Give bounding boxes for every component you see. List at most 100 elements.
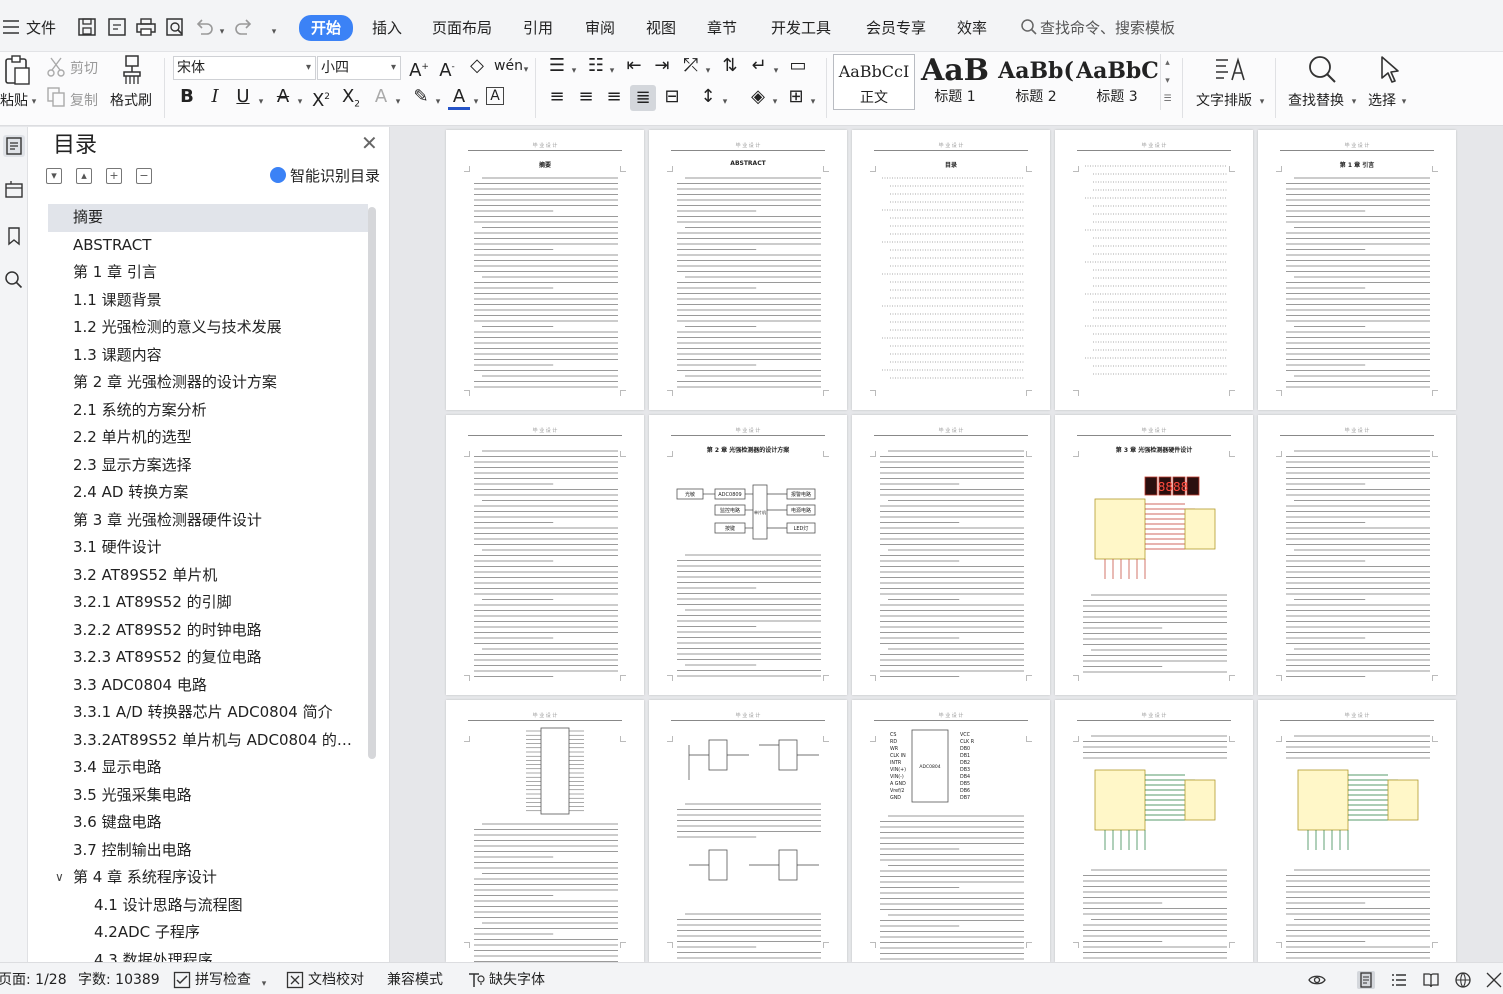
- paste-button[interactable]: 粘贴: [0, 90, 28, 110]
- strikethrough-icon[interactable]: A: [272, 87, 294, 107]
- subscript-icon[interactable]: X2: [340, 87, 362, 115]
- chapter-nav-icon[interactable]: [3, 179, 25, 201]
- missing-font-icon[interactable]: [467, 971, 485, 989]
- tab-view[interactable]: 视图: [646, 16, 676, 40]
- align-right-icon[interactable]: ≡: [603, 87, 625, 107]
- text-layout-icon[interactable]: [1212, 54, 1246, 86]
- format-painter-icon[interactable]: [118, 54, 146, 86]
- word-count[interactable]: 字数: 10389: [78, 971, 160, 989]
- find-replace-button[interactable]: 查找替换: [1288, 90, 1344, 110]
- select-cursor-icon[interactable]: [1376, 54, 1404, 86]
- tab-home[interactable]: 开始: [299, 15, 354, 41]
- document-page[interactable]: 毕 业 设 计: [649, 700, 847, 962]
- highlight-icon[interactable]: ✎: [410, 87, 432, 107]
- superscript-icon[interactable]: X2: [310, 87, 332, 111]
- outline-icon[interactable]: [3, 135, 25, 157]
- tab-member[interactable]: 会员专享: [866, 16, 926, 40]
- paste-icon[interactable]: [2, 54, 32, 86]
- command-search[interactable]: 查找命令、搜索模板: [1020, 16, 1175, 40]
- toc-item[interactable]: 3.2.1 AT89S52 的引脚: [48, 589, 368, 617]
- tab-references[interactable]: 引用: [523, 16, 553, 40]
- clear-format-icon[interactable]: ◇: [466, 56, 488, 76]
- borders-icon[interactable]: ⊞: [785, 87, 807, 107]
- underline-icon[interactable]: U: [232, 87, 254, 107]
- char-border-icon[interactable]: A: [486, 87, 504, 105]
- tab-section[interactable]: 章节: [707, 16, 737, 40]
- document-pages-area[interactable]: 毕 业 设 计摘要毕 业 设 计 ABSTRACT 毕 业 设 计目录毕 业 设 计…: [391, 127, 1503, 962]
- toc-item[interactable]: 2.2 单片机的选型: [48, 424, 368, 452]
- toc-item[interactable]: 3.1 硬件设计: [48, 534, 368, 562]
- toc-scrollbar[interactable]: [368, 207, 376, 759]
- add-heading-icon[interactable]: +: [106, 168, 122, 184]
- document-page[interactable]: 毕 业 设 计: [1258, 415, 1456, 695]
- export-icon[interactable]: [106, 15, 128, 39]
- line-spacing-icon[interactable]: ↕: [697, 87, 719, 107]
- text-effect-icon[interactable]: A: [370, 87, 392, 107]
- document-page[interactable]: 毕 业 设 计: [1055, 700, 1253, 962]
- text-layout-dropdown-icon[interactable]: ▾: [1258, 92, 1266, 112]
- ruler-icon[interactable]: ▭: [787, 56, 809, 76]
- toc-item[interactable]: 1.1 课题背景: [48, 287, 368, 315]
- toc-item[interactable]: 3.7 控制输出电路: [48, 837, 368, 865]
- increase-indent-icon[interactable]: ⇥: [651, 56, 673, 76]
- find-replace-dropdown-icon[interactable]: ▾: [1350, 92, 1358, 112]
- quick-access-dropdown-icon[interactable]: ▾: [270, 22, 278, 42]
- document-page[interactable]: 毕 业 设 计摘要: [446, 130, 644, 410]
- underline-dropdown-icon[interactable]: ▾: [257, 92, 265, 112]
- justify-icon[interactable]: ≣: [630, 85, 656, 111]
- toc-item[interactable]: 4.1 设计思路与流程图: [48, 892, 368, 920]
- page-indicator[interactable]: 页面: 1/28: [0, 971, 67, 989]
- undo-dropdown-icon[interactable]: ▾: [218, 22, 226, 42]
- undo-icon[interactable]: [193, 15, 215, 39]
- expand-up-icon[interactable]: ▴: [76, 168, 92, 184]
- toc-item[interactable]: 2.3 显示方案选择: [48, 452, 368, 480]
- bullet-list-icon[interactable]: ☰: [546, 56, 568, 76]
- document-page[interactable]: ADC0804 CS RD WR CLK IN INTR VIN(+) VIN(-) A GND…: [852, 700, 1050, 962]
- numbered-list-icon[interactable]: ☷: [585, 56, 607, 76]
- cut-button[interactable]: 剪切: [70, 58, 98, 78]
- decrease-font-icon[interactable]: A-: [436, 57, 458, 81]
- chinese-layout-icon[interactable]: ⤱: [680, 56, 702, 76]
- proofread-button[interactable]: 文档校对: [308, 971, 364, 989]
- select-button[interactable]: 选择: [1368, 90, 1396, 110]
- print-icon[interactable]: [135, 15, 157, 39]
- copy-icon[interactable]: [46, 86, 66, 108]
- borders-dropdown-icon[interactable]: ▾: [809, 92, 817, 112]
- spellcheck-dropdown-icon[interactable]: ▾: [260, 974, 268, 994]
- redo-icon[interactable]: [233, 15, 255, 39]
- toc-item[interactable]: 3.2.3 AT89S52 的复位电路: [48, 644, 368, 672]
- remove-heading-icon[interactable]: −: [136, 168, 152, 184]
- sort-icon[interactable]: ⇅: [719, 56, 741, 76]
- toc-item[interactable]: 摘要: [48, 204, 368, 232]
- missing-fonts-button[interactable]: 缺失字体: [489, 971, 545, 989]
- bookmark-icon[interactable]: [3, 225, 25, 247]
- italic-icon[interactable]: I: [204, 87, 226, 107]
- bold-icon[interactable]: B: [176, 87, 198, 107]
- spellcheck-button[interactable]: 拼写检查: [195, 971, 251, 989]
- font-color-dropdown-icon[interactable]: ▾: [472, 92, 480, 112]
- tab-efficiency[interactable]: 效率: [957, 16, 987, 40]
- font-size-select[interactable]: 小四 ▾: [317, 56, 401, 80]
- eye-protect-icon[interactable]: [1308, 971, 1326, 989]
- paste-dropdown-icon[interactable]: ▾: [30, 92, 38, 112]
- document-page[interactable]: 毕 业 设 计: [852, 415, 1050, 695]
- document-page[interactable]: 毕 业 设 计: [446, 700, 644, 962]
- toc-item[interactable]: 2.1 系统的方案分析: [48, 397, 368, 425]
- phonetic-dropdown-icon[interactable]: ▾: [522, 60, 530, 80]
- line-break-icon[interactable]: ↵: [748, 56, 770, 76]
- tab-page-layout[interactable]: 页面布局: [432, 16, 492, 40]
- document-page[interactable]: 毕 业 设 计第 1 章 引言: [1258, 130, 1456, 410]
- print-preview-icon[interactable]: [164, 15, 186, 39]
- tab-insert[interactable]: 插入: [372, 16, 402, 40]
- toc-item[interactable]: 4.2ADC 子程序: [48, 919, 368, 947]
- toc-item[interactable]: 3.6 键盘电路: [48, 809, 368, 837]
- find-replace-icon[interactable]: [1306, 54, 1338, 86]
- bullet-dropdown-icon[interactable]: ▾: [570, 61, 578, 81]
- align-left-icon[interactable]: ≡: [546, 87, 568, 107]
- font-color-icon[interactable]: A: [448, 87, 470, 110]
- format-painter-button[interactable]: 格式刷: [110, 90, 152, 110]
- hamburger-menu-icon[interactable]: [2, 19, 20, 35]
- web-view-icon[interactable]: [1454, 971, 1472, 989]
- toc-item[interactable]: 2.4 AD 转换方案: [48, 479, 368, 507]
- toc-item[interactable]: 1.2 光强检测的意义与技术发展: [48, 314, 368, 342]
